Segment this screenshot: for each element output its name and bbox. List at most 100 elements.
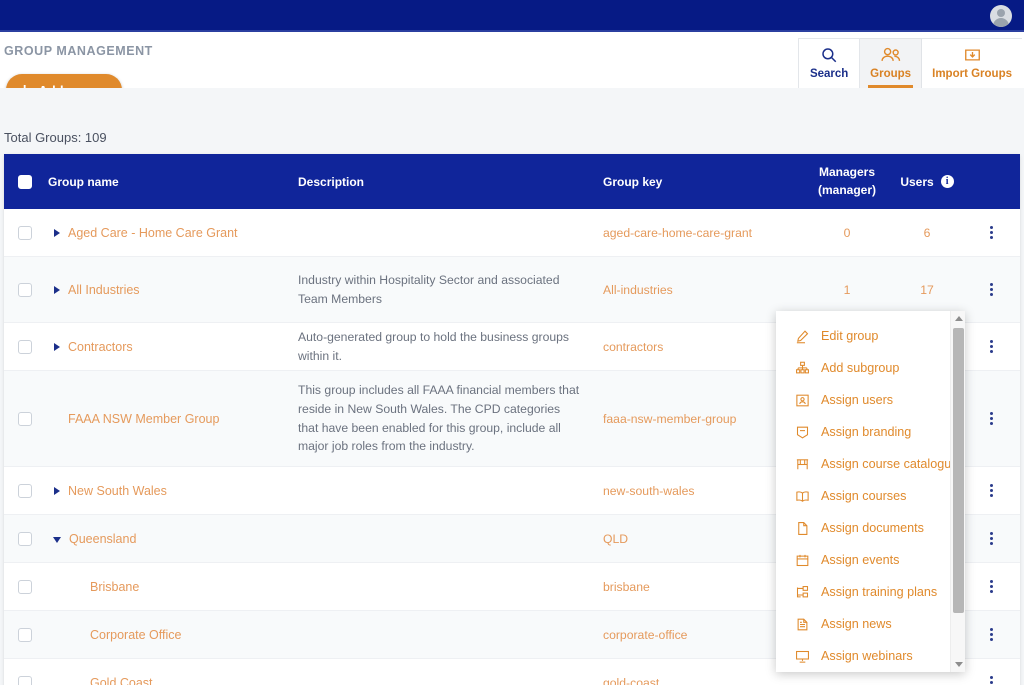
chevron-down-icon[interactable] (53, 536, 61, 543)
cell-group-name: Contractors (46, 340, 298, 354)
column-users-label: Users (900, 174, 934, 189)
group-key-link[interactable]: corporate-office (603, 628, 687, 642)
row-checkbox-cell (4, 627, 46, 642)
select-all-checkbox[interactable] (18, 174, 32, 189)
scroll-up-arrow-icon[interactable] (951, 311, 965, 326)
menu-item-assign-news[interactable]: Assign news (776, 608, 965, 640)
context-menu-scrollbar[interactable] (950, 311, 965, 672)
column-description[interactable]: Description (298, 175, 603, 189)
cell-users: 17 (891, 281, 963, 299)
groups-icon (880, 44, 902, 65)
training-plan-icon (794, 584, 810, 600)
cell-actions (963, 220, 1020, 246)
column-users[interactable]: Users i (891, 175, 963, 189)
group-name-link[interactable]: Contractors (68, 340, 133, 354)
chevron-right-icon[interactable] (54, 285, 60, 294)
row-checkbox[interactable] (18, 483, 32, 498)
group-key-link[interactable]: QLD (603, 532, 628, 546)
group-key-link[interactable]: new-south-wales (603, 484, 694, 498)
scrollbar-thumb[interactable] (953, 328, 964, 613)
column-group-key[interactable]: Group key (603, 175, 803, 189)
row-actions-menu-button[interactable] (982, 478, 1002, 504)
menu-item-assign-branding[interactable]: Assign branding (776, 416, 965, 448)
row-checkbox[interactable] (18, 579, 32, 594)
users-count: 17 (920, 282, 934, 297)
group-key-link[interactable]: brisbane (603, 580, 650, 594)
cell-group-name: All Industries (46, 283, 298, 297)
cell-description: Industry within Hospitality Sector and a… (298, 271, 603, 308)
menu-item-edit-group[interactable]: Edit group (776, 320, 965, 352)
row-checkbox[interactable] (18, 531, 32, 546)
column-group-name[interactable]: Group name (46, 175, 298, 189)
group-name-link[interactable]: Corporate Office (90, 628, 181, 642)
context-menu-list: Edit group Add subgroup Assign users Assign… (776, 311, 965, 672)
menu-item-assign-training-plans[interactable]: Assign training plans (776, 576, 965, 608)
group-key-link[interactable]: faaa-nsw-member-group (603, 412, 736, 426)
tab-import-groups[interactable]: Import Groups (922, 38, 1022, 88)
row-actions-menu-button[interactable] (982, 220, 1002, 246)
tab-search[interactable]: Search (798, 38, 861, 88)
menu-item-assign-documents[interactable]: Assign documents (776, 512, 965, 544)
row-checkbox[interactable] (18, 282, 32, 297)
row-actions-menu-button[interactable] (982, 406, 1002, 432)
tab-groups[interactable]: Groups (860, 38, 923, 88)
group-name-link[interactable]: FAAA NSW Member Group (68, 412, 219, 426)
info-icon[interactable]: i (940, 175, 954, 188)
catalogue-icon (794, 456, 810, 472)
calendar-icon (794, 552, 810, 568)
group-key-link[interactable]: contractors (603, 340, 663, 354)
row-checkbox[interactable] (18, 627, 32, 642)
row-actions-menu-button[interactable] (982, 277, 1002, 303)
cell-actions (963, 670, 1020, 685)
cell-group-name: Aged Care - Home Care Grant (46, 226, 298, 240)
row-checkbox[interactable] (18, 675, 32, 685)
menu-item-assign-courses[interactable]: Assign courses (776, 480, 965, 512)
org-chart-icon (794, 360, 810, 376)
row-checkbox[interactable] (18, 339, 32, 354)
row-actions-menu-button[interactable] (982, 334, 1002, 360)
users-count: 6 (923, 225, 931, 240)
row-actions-menu-button[interactable] (982, 670, 1002, 685)
menu-item-label: Assign news (821, 617, 892, 631)
user-card-icon (794, 392, 810, 408)
menu-item-assign-users[interactable]: Assign users (776, 384, 965, 416)
webinar-icon (794, 648, 810, 664)
group-name-link[interactable]: Queensland (69, 532, 136, 546)
group-name-link[interactable]: Gold Coast (90, 676, 153, 685)
group-key-link[interactable]: All-industries (603, 283, 673, 297)
group-key-link[interactable]: gold-coast (603, 676, 659, 685)
chevron-right-icon[interactable] (54, 228, 60, 237)
menu-item-add-subgroup[interactable]: Add subgroup (776, 352, 965, 384)
row-checkbox[interactable] (18, 225, 32, 240)
menu-item-assign-events[interactable]: Assign events (776, 544, 965, 576)
row-actions-menu-button[interactable] (982, 622, 1002, 648)
group-management-page: GROUP MANAGEMENT Search Groups Import Gr… (0, 0, 1024, 685)
group-name-link[interactable]: New South Wales (68, 484, 167, 498)
row-actions-menu-button[interactable] (982, 574, 1002, 600)
managers-count: 1 (843, 282, 851, 297)
chevron-right-icon[interactable] (54, 342, 60, 351)
row-actions-menu-button[interactable] (982, 526, 1002, 552)
scroll-down-arrow-icon[interactable] (951, 657, 965, 672)
row-checkbox[interactable] (18, 411, 32, 426)
book-icon (794, 488, 810, 504)
menu-item-assign-webinars[interactable]: Assign webinars (776, 640, 965, 672)
user-avatar[interactable] (990, 5, 1012, 27)
cell-group-key: QLD (603, 530, 803, 548)
row-checkbox-cell (4, 282, 46, 297)
chevron-right-icon[interactable] (54, 486, 60, 495)
group-description: Auto-generated group to hold the busines… (298, 329, 570, 363)
cell-actions (963, 574, 1020, 600)
row-checkbox-cell (4, 675, 46, 685)
pencil-icon (794, 328, 810, 344)
menu-item-assign-course-catalogue[interactable]: Assign course catalogue (776, 448, 965, 480)
cell-group-key: gold-coast (603, 674, 803, 685)
group-name-link[interactable]: Brisbane (90, 580, 139, 594)
table-header-row: Group name Description Group key Manager… (4, 154, 1020, 209)
group-name-link[interactable]: All Industries (68, 283, 140, 297)
column-managers[interactable]: Managers (manager) (803, 164, 891, 199)
table-row[interactable]: Aged Care - Home Care Grant aged-care-hom… (4, 209, 1020, 257)
group-key-link[interactable]: aged-care-home-care-grant (603, 226, 752, 240)
group-name-link[interactable]: Aged Care - Home Care Grant (68, 226, 238, 240)
